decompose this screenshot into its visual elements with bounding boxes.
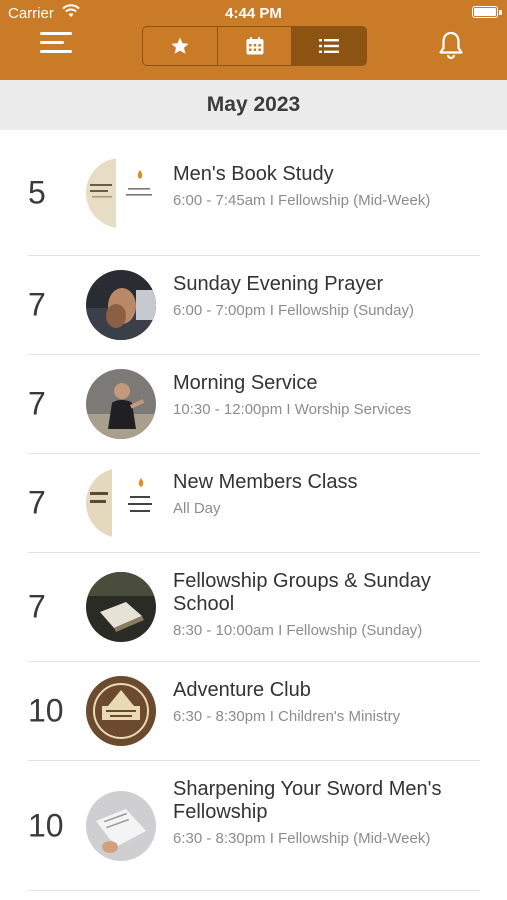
event-meta: 10:30 - 12:00pm I Worship Services	[173, 401, 412, 418]
event-thumbnail	[86, 676, 156, 746]
event-title: Sunday Evening Prayer	[173, 273, 384, 295]
event-meta: 6:30 - 8:30pm I Fellowship (Mid-Week)	[173, 830, 431, 847]
bible-study-image	[86, 572, 156, 642]
event-thumbnail	[86, 790, 156, 861]
event-day: 10	[28, 692, 64, 729]
event-day: 7	[28, 385, 46, 422]
event-meta: 6:00 - 7:00pm I Fellowship (Sunday)	[173, 302, 414, 319]
event-meta: 6:30 - 8:30pm I Children's Ministry	[173, 708, 401, 725]
praying-hands-image	[86, 270, 156, 340]
month-title: May 2023	[206, 93, 301, 116]
event-day: 7	[28, 286, 46, 323]
event-row[interactable]: 7 New Members Class All Day	[28, 454, 480, 553]
event-thumbnail	[86, 270, 156, 340]
event-title: Morning Service	[173, 372, 318, 394]
event-title: Adventure Club	[173, 679, 311, 701]
month-header: May 2023	[0, 80, 507, 130]
preacher-image	[86, 369, 156, 439]
hamburger-menu-button[interactable]	[40, 30, 74, 56]
event-title: New Members Class	[173, 471, 358, 493]
event-thumbnail	[86, 157, 156, 228]
event-day: 10	[28, 807, 64, 843]
event-row[interactable]: 5 Men's Book Study 6:00 - 7:45am I Fello…	[28, 130, 480, 256]
event-row[interactable]: 10 Adventure Club 6:30 - 8:30pm I Childr…	[28, 662, 480, 761]
event-thumbnail	[86, 468, 156, 538]
view-switcher	[142, 26, 367, 66]
event-meta: 6:00 - 7:45am I Fellowship (Mid-Week)	[173, 192, 431, 209]
bell-icon[interactable]	[437, 30, 465, 60]
status-bar: Carrier 4:44 PM	[0, 0, 507, 26]
event-day: 7	[28, 588, 46, 625]
new-members-image	[86, 468, 156, 538]
star-icon	[171, 37, 189, 54]
event-day: 5	[28, 174, 46, 210]
list-icon	[319, 39, 340, 53]
tab-calendar[interactable]	[218, 27, 293, 65]
book-study-image	[86, 157, 156, 228]
event-row[interactable]: 7 Morning Service 10:30 - 12:00pm I Wors…	[28, 355, 480, 454]
event-title: Fellowship Groups & Sunday School	[173, 570, 431, 615]
event-meta: All Day	[173, 500, 221, 517]
menu-line	[40, 41, 64, 44]
battery-icon	[472, 6, 498, 18]
event-day: 7	[28, 484, 46, 521]
tab-list[interactable]	[292, 27, 366, 65]
calendar-icon	[246, 37, 263, 55]
event-row[interactable]: 7 Fellowship Groups & Sunday School 8:30…	[28, 553, 480, 662]
menu-line	[40, 50, 72, 53]
reading-bible-image	[86, 790, 156, 861]
event-row[interactable]: 7 Sunday Evening Prayer 6:00 - 7:00pm I …	[28, 256, 480, 355]
battery-tip	[499, 10, 502, 15]
menu-line	[40, 32, 72, 35]
app-header: Carrier 4:44 PM	[0, 0, 507, 80]
event-title: Sharpening Your Sword Men's Fellowship	[173, 778, 442, 823]
tab-favorites[interactable]	[143, 27, 218, 65]
event-meta: 8:30 - 10:00am I Fellowship (Sunday)	[173, 622, 423, 639]
event-thumbnail	[86, 572, 156, 642]
event-row[interactable]: 10 Sharpening Your Sword Men's Fellowshi…	[28, 761, 480, 891]
adventure-club-logo	[86, 676, 156, 746]
status-time: 4:44 PM	[225, 5, 282, 22]
event-title: Men's Book Study	[173, 163, 334, 185]
event-thumbnail	[86, 369, 156, 439]
event-list: 5 Men's Book Study 6:00 - 7:45am I Fello…	[0, 130, 507, 891]
